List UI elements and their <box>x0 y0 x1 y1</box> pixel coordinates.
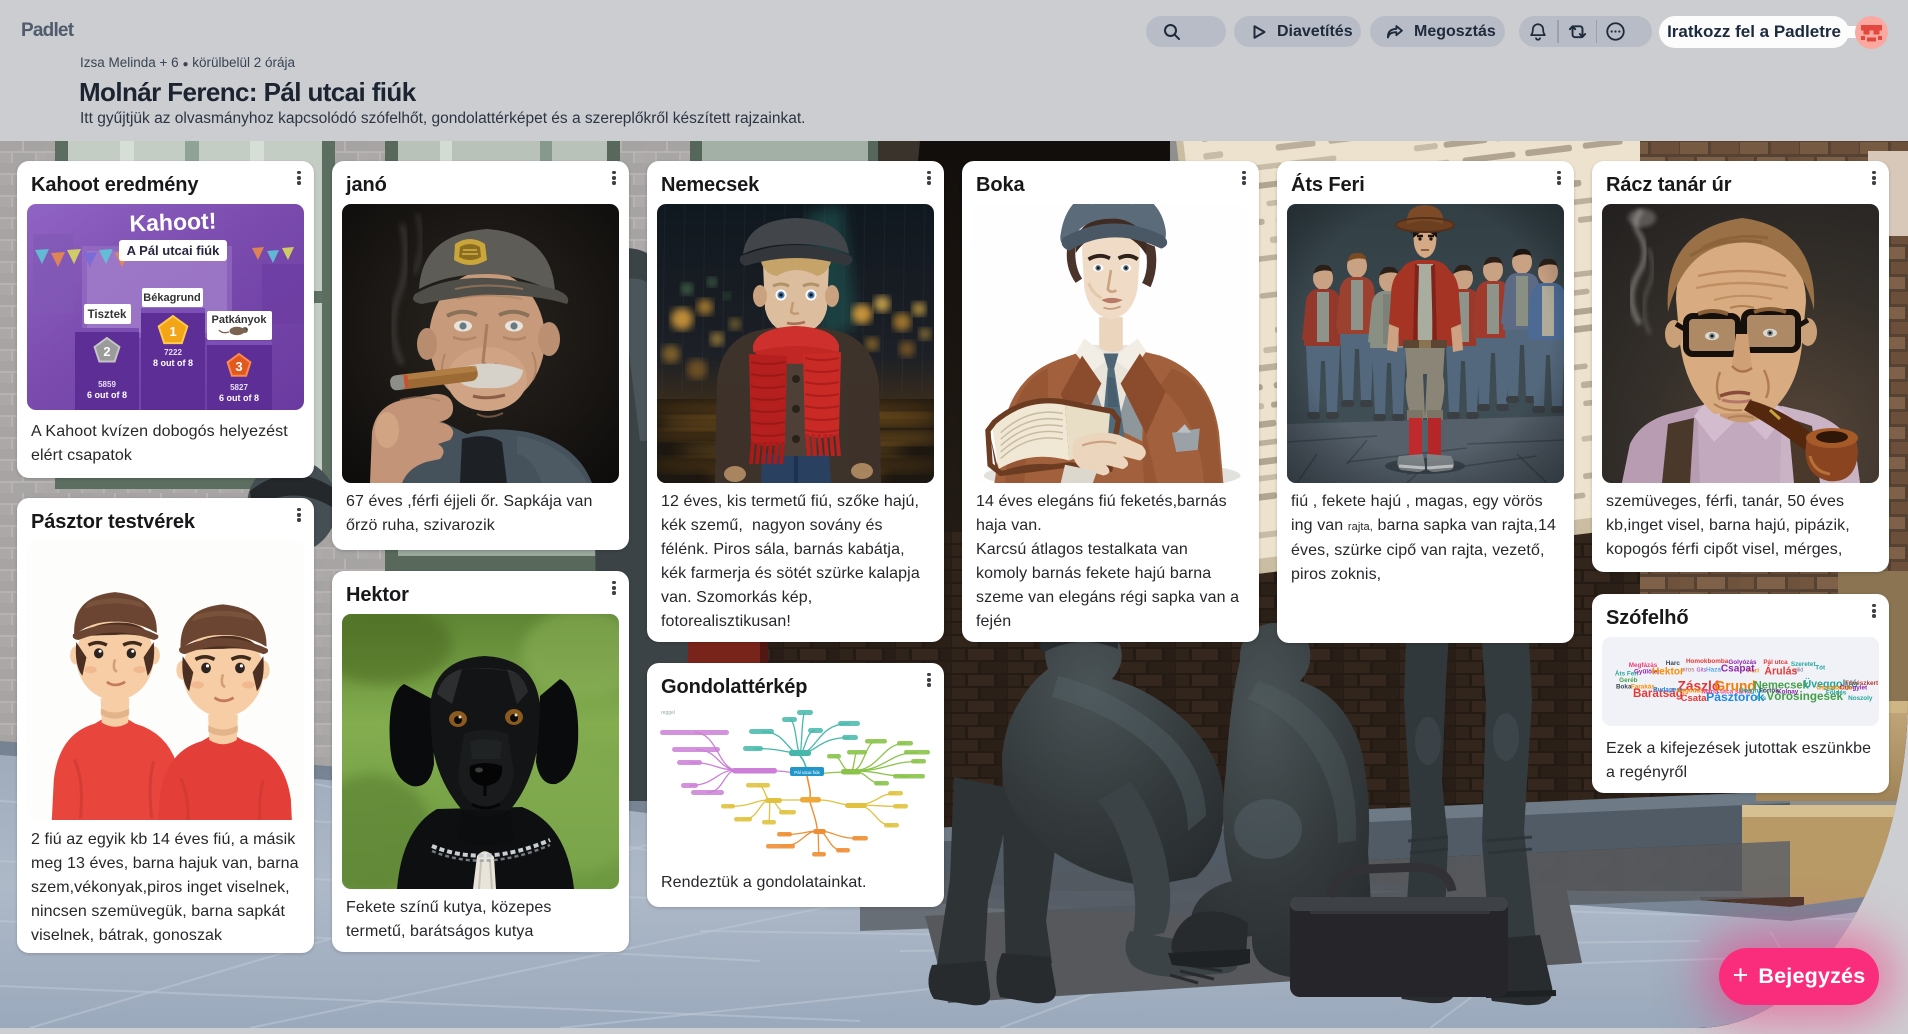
svg-text:Csapat: Csapat <box>1721 663 1755 674</box>
svg-text:Kolnay: Kolnay <box>1777 689 1799 696</box>
svg-text:5859: 5859 <box>98 380 116 389</box>
svg-text:reggel: reggel <box>661 710 675 716</box>
svg-text:Pál utcai fiúk: Pál utcai fiúk <box>794 770 820 775</box>
svg-text:A Pál utcai fiúk: A Pál utcai fiúk <box>127 243 220 258</box>
svg-text:Tisztek: Tisztek <box>88 309 127 321</box>
svg-text:5827: 5827 <box>230 383 248 392</box>
svg-text:7222: 7222 <box>164 348 182 357</box>
svg-text:Árulás: Árulás <box>1764 665 1797 678</box>
svg-text:6 out of 8: 6 out of 8 <box>87 390 127 400</box>
svg-text:Haza: Haza <box>1706 666 1721 673</box>
svg-text:1: 1 <box>169 324 176 339</box>
svg-text:Összetartás: Összetartás <box>1816 682 1852 691</box>
svg-text:Tót: Tót <box>1815 664 1826 671</box>
svg-text:Noszoly: Noszoly <box>1848 695 1873 702</box>
svg-text:3: 3 <box>235 359 242 374</box>
svg-text:2: 2 <box>103 344 110 359</box>
svg-text:8 out of 8: 8 out of 8 <box>153 358 193 368</box>
svg-text:Patkányok: Patkányok <box>211 314 267 326</box>
svg-text:Békagrund: Békagrund <box>143 292 200 304</box>
svg-text:Kahoot!: Kahoot! <box>129 207 217 236</box>
svg-text:Farakás: Farakás <box>1631 683 1655 690</box>
svg-text:6 out of 8: 6 out of 8 <box>219 393 259 403</box>
svg-text:Boka: Boka <box>1616 683 1632 690</box>
svg-text:Hektor: Hektor <box>1652 667 1684 678</box>
svg-text:Aggódás: Aggódás <box>1676 688 1704 695</box>
